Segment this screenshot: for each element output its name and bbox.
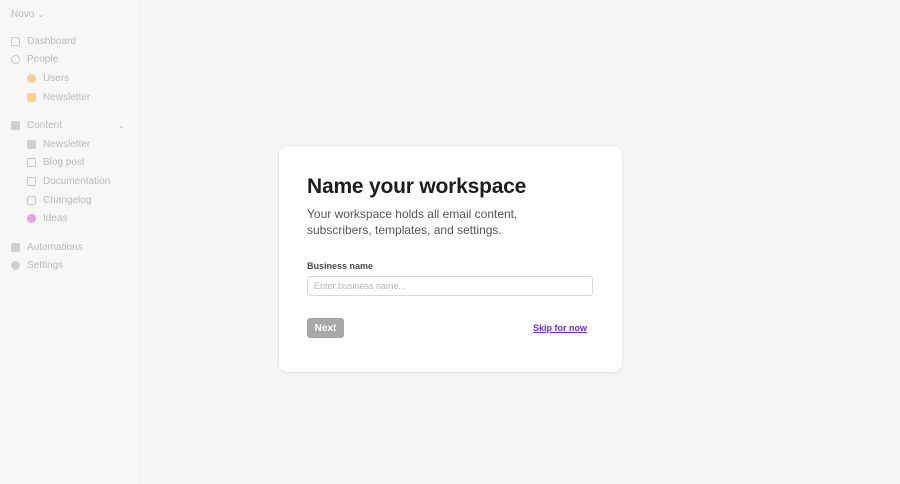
next-button[interactable]: Next (307, 318, 344, 338)
workspace-name-dialog: Name your workspace Your workspace holds… (279, 146, 622, 372)
business-name-input[interactable] (307, 276, 593, 296)
dialog-description: Your workspace holds all email content, … (307, 207, 518, 237)
skip-for-now-link[interactable]: Skip for now (533, 323, 587, 333)
dialog-actions: Next Skip for now (307, 318, 587, 338)
dialog-title: Name your workspace (307, 175, 527, 198)
business-name-label: Business name (307, 261, 374, 271)
